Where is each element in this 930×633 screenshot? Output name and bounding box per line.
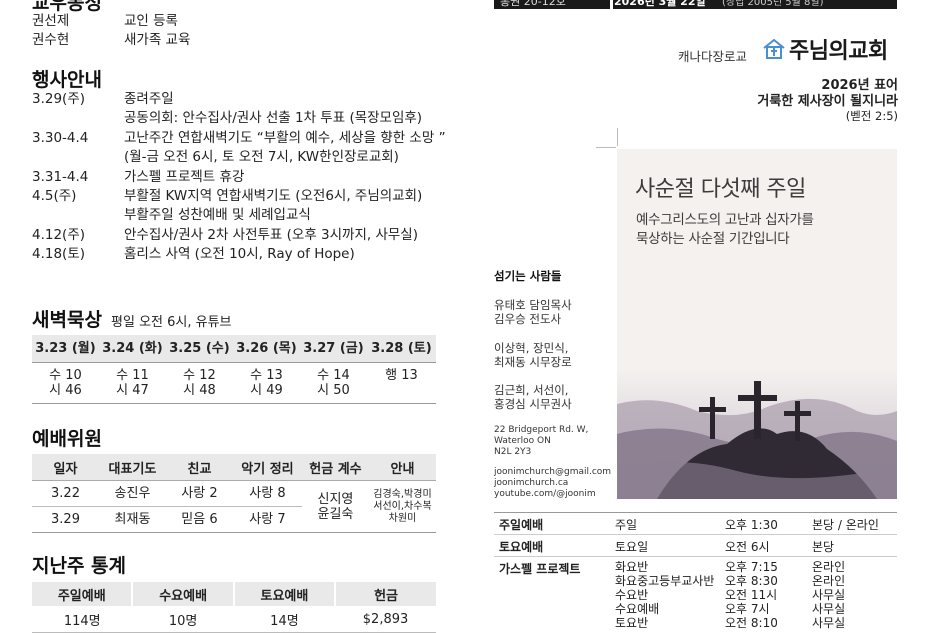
worship-instrument: 사랑 8 [232,480,302,507]
stats-value: 114명 [32,606,133,633]
dawn-title: 새벽묵상 [32,309,102,331]
motto-reference: (벧전 2:5) [845,109,898,123]
schedule-name: 토요예배 [499,540,544,554]
event-text: 고난주간 연합새벽기도 “부활의 예수, 세상을 향한 소망 ” [124,130,446,146]
worship-fellowship: 믿음 6 [165,506,233,533]
dawn-cell: 수 13 시 49 [250,368,283,398]
dawn-table: 3.23 (월) 3.24 (화) 3.25 (수) 3.26 (목) 3.27… [32,335,436,405]
cover-title: 사순절 다섯째 주일 [635,177,806,202]
schedule-time: 오전 6시 [725,540,770,554]
event-text: 홈리스 사역 (오전 10시, Ray of Hope) [124,246,355,262]
event-text: 부활절 KW지역 연합새벽기도 (오전6시, 주님의교회) [124,188,423,204]
stats-header: 주일예배 [32,582,133,606]
dawn-cell: 수 12 시 48 [183,368,216,398]
event-text: 공동의회: 안수집사/권사 선출 1차 투표 (목장모임후) [124,110,423,126]
dawn-header: 3.27 (금) [303,341,364,356]
member-desc: 새가족 교육 [124,32,191,48]
stats-value: 14명 [233,606,336,633]
dawn-cell: 수 11 시 47 [116,368,149,398]
dawn-header: 3.26 (목) [236,341,297,356]
offering-counters: 신지영 윤길숙 [301,480,369,533]
worship-table: 일자 대표기도 친교 악기 정리 헌금 계수 안내 3.22 송진우 사랑 2 … [32,454,436,533]
cover-text: 예수그리스도의 고난과 십자가를 묵상하는 사순절 기간입니다 [636,212,814,247]
events-title: 행사안내 [32,69,102,91]
event-text: 종려주일 [124,91,174,107]
stats-header: 수요예배 [131,582,234,606]
top-bar: 통권 20-12호 2026년 3월 22일 (창립 2005년 5월 8일) [494,0,897,9]
stats-value: $2,893 [335,606,436,633]
stats-table: 주일예배 수요예배 토요예배 헌금 114명 10명 14명 $2,893 [32,582,436,633]
event-text: (월-금 오전 6시, 토 오전 7시, KW한인장로교회) [124,149,399,165]
top-bar-divider [610,0,613,9]
crop-mark [596,147,616,148]
stats-value: 10명 [132,606,234,633]
schedule-divider [494,534,897,535]
event-text: 가스펠 프로젝트 휴강 [124,169,245,185]
event-text: 부활주일 성찬예배 및 세례입교식 [124,207,311,223]
worship-instrument: 사랑 7 [232,506,302,533]
schedule-name: 가스펠 프로젝트 [499,562,581,576]
worship-header: 친교 [165,454,233,481]
event-text: 안수집사/권사 2차 사전투표 (오후 3시까지, 사무실) [124,227,418,243]
church-name: 주님의교회 [789,39,888,64]
worship-prayer: 송진우 [98,480,166,507]
church-address: 22 Bridgeport Rd. W, Waterloo ON N2L 2Y3 [494,425,589,457]
dawn-title-block: 새벽묵상 평일 오전 6시, 유튜브 [32,305,232,332]
worship-title: 예배위원 [32,428,102,450]
dawn-cell: 행 13 [385,368,418,383]
worship-header: 대표기도 [98,454,166,481]
motto: 거룩한 제사장이 될지니라 [757,94,898,109]
dawn-cell: 수 14 시 50 [317,368,350,398]
servants-deaconesses: 김근희, 서선이, 홍경심 시무권사 [494,383,572,411]
crop-mark [617,128,618,146]
schedule-time: 오후 1:30 [725,518,778,532]
church-contact: joonimchurch@gmail.com joonimchurch.ca y… [494,467,612,499]
schedule-day: 주일 [615,518,638,532]
worship-header: 안내 [368,454,436,481]
schedule-day: 토요일 [615,540,649,554]
ushers: 김경숙,박경미 서선이,차수복 차원미 [368,480,436,533]
servants-pastors: 유태호 담임목사 김우승 전도사 [494,298,572,326]
worship-fellowship: 사랑 2 [165,480,233,507]
schedule-divider [494,556,897,557]
bulletin-date: 2026년 3월 22일 [614,0,706,8]
worship-header: 악기 정리 [232,454,302,481]
dawn-cell: 수 10 시 46 [49,368,82,398]
schedule-place: 본당 [812,540,835,554]
member-desc: 교인 등록 [124,13,178,29]
event-date: 3.31-4.4 [32,169,89,185]
schedule-place: 본당 / 온라인 [812,518,879,532]
issue-number: 통권 20-12호 [500,0,566,8]
member-name: 권선제 [32,13,70,29]
dawn-header: 3.23 (월) [35,341,96,356]
event-date: 3.29(주) [32,91,86,107]
worship-date: 3.29 [32,506,99,533]
dawn-header: 3.28 (토) [371,341,432,356]
worship-prayer: 최재동 [98,506,166,533]
dawn-header: 3.24 (화) [102,341,163,356]
event-date: 4.5(주) [32,188,77,204]
event-date: 3.30-4.4 [32,130,89,146]
dawn-header: 3.25 (수) [169,341,230,356]
event-date: 4.18(토) [32,246,86,262]
stats-header: 토요예배 [232,582,336,606]
event-date: 4.12(주) [32,227,86,243]
member-name: 권수현 [32,32,70,48]
denomination: 캐나다장로교 [678,49,748,64]
schedule-divider [494,512,897,513]
church-logo-icon [762,36,786,60]
worship-date: 3.22 [32,480,99,507]
worship-header: 일자 [32,454,99,481]
servants-elders: 이상혁, 장민식, 최재동 시무장로 [494,341,572,369]
cover-image: 사순절 다섯째 주일 예수그리스도의 고난과 십자가를 묵상하는 사순절 기간입… [617,149,897,499]
servants-title: 섬기는 사람들 [494,269,562,283]
schedule-name: 주일예배 [499,518,544,532]
worship-header: 헌금 계수 [301,454,369,481]
dawn-subtitle: 평일 오전 6시, 유튜브 [111,315,232,330]
founding-note: (창립 2005년 5월 8일) [722,0,824,8]
stats-header: 헌금 [334,582,436,606]
stats-title: 지난주 통계 [32,555,127,577]
